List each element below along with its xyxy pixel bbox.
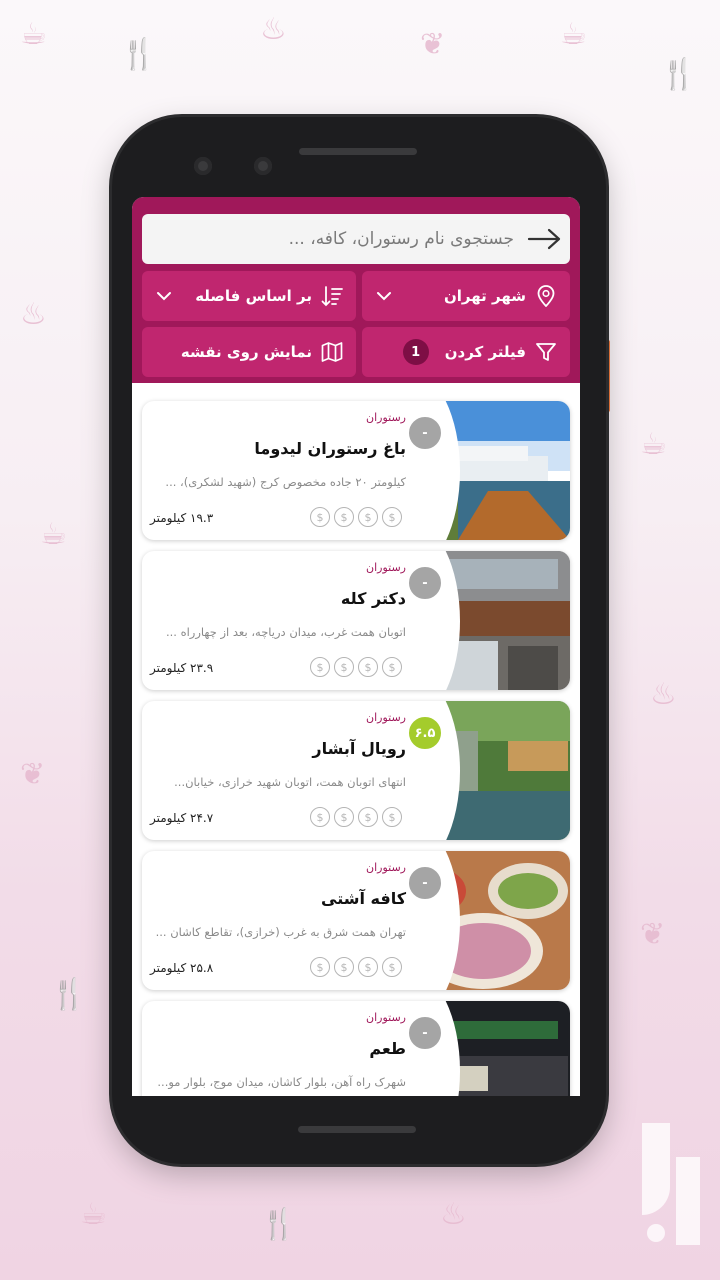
category-label: رستوران <box>366 711 406 724</box>
map-view-button[interactable]: نمایش روی نقشه <box>142 327 356 377</box>
city-selector[interactable]: شهر تهران <box>362 271 570 321</box>
restaurant-name: طعم <box>369 1039 406 1058</box>
rating-badge: ۶.۵ <box>407 715 443 751</box>
fork-doodle-icon: 🍴 <box>120 37 158 72</box>
rating-badge: - <box>407 1015 443 1051</box>
city-label: شهر تهران <box>443 287 526 305</box>
app-screen: جستجوی نام رستوران، کافه، ... شهر تهران … <box>132 197 580 1096</box>
restaurant-address: کیلومتر ۲۰ جاده مخصوص کرج (شهید لشکری)، … <box>165 475 406 489</box>
category-label: رستوران <box>366 861 406 874</box>
price-icon: $ <box>334 507 354 527</box>
price-icon: $ <box>382 957 402 977</box>
chevron-down-icon <box>374 286 394 306</box>
restaurant-card[interactable]: ۶.۵ رستوران رویال آبشار انتهای اتوبان هم… <box>142 701 570 840</box>
restaurant-card[interactable]: - رستوران کافه آشتی تهران همت شرق به غرب… <box>142 851 570 990</box>
cup-doodle-icon: ☕ <box>640 427 667 462</box>
rating-badge: - <box>407 415 443 451</box>
distance-label: ۲۴.۷ کیلومتر <box>150 811 214 825</box>
apple-doodle-icon: ❦ <box>640 917 666 952</box>
bottom-speaker <box>298 1126 416 1133</box>
filter-icon <box>534 340 558 364</box>
fork-doodle-icon: 🍴 <box>50 977 88 1012</box>
distance-label: ۲۳.۹ کیلومتر <box>150 661 214 675</box>
price-icon: $ <box>358 657 378 677</box>
filter-count-badge: 1 <box>402 339 429 365</box>
price-icon: $ <box>382 507 402 527</box>
price-icon: $ <box>358 507 378 527</box>
fork-doodle-icon: 🍴 <box>260 1207 298 1242</box>
cake-doodle-icon: ♨ <box>650 677 677 712</box>
front-camera-icon <box>194 157 212 175</box>
price-icon: $ <box>310 507 330 527</box>
restaurant-card[interactable]: - رستوران دکتر کله اتوبان همت غرب، میدان… <box>142 551 570 690</box>
cup-doodle-icon: ☕ <box>80 1197 107 1232</box>
price-level: $ $ $ $ <box>310 807 402 827</box>
restaurant-address: تهران همت شرق به غرب (خرازی)، تقاطع کاشا… <box>155 925 406 939</box>
fork-doodle-icon: 🍴 <box>660 57 698 92</box>
price-level: $ $ $ $ <box>310 957 402 977</box>
price-icon: $ <box>382 807 402 827</box>
category-label: رستوران <box>366 411 406 424</box>
restaurant-address: شهرک راه آهن، بلوار کاشان، میدان موج، بل… <box>157 1075 406 1089</box>
price-icon: $ <box>382 657 402 677</box>
distance-label: ۱۹.۳ کیلومتر <box>150 511 214 525</box>
map-icon <box>320 340 344 364</box>
cake-doodle-icon: ♨ <box>260 12 287 47</box>
rating-badge: - <box>407 865 443 901</box>
sort-label: بر اساس فاصله <box>195 287 312 305</box>
chevron-down-icon <box>154 286 174 306</box>
restaurant-name: باغ رستوران لیدوما <box>254 439 406 458</box>
price-level: $ $ $ $ <box>310 657 402 677</box>
sort-selector[interactable]: بر اساس فاصله <box>142 271 356 321</box>
cake-doodle-icon: ♨ <box>440 1197 467 1232</box>
category-label: رستوران <box>366 1011 406 1024</box>
price-icon: $ <box>334 807 354 827</box>
cake-doodle-icon: ♨ <box>20 297 47 332</box>
back-arrow-icon[interactable] <box>526 224 562 254</box>
search-bar[interactable]: جستجوی نام رستوران، کافه، ... <box>142 214 570 264</box>
price-icon: $ <box>310 957 330 977</box>
restaurant-card[interactable]: - رستوران طعم شهرک راه آهن، بلوار کاشان،… <box>142 1001 570 1096</box>
price-icon: $ <box>358 807 378 827</box>
map-label: نمایش روی نقشه <box>180 343 312 361</box>
cup-doodle-icon: ☕ <box>20 17 47 52</box>
sensor-icon <box>254 157 272 175</box>
search-input[interactable]: جستجوی نام رستوران، کافه، ... <box>289 229 514 249</box>
apple-doodle-icon: ❦ <box>20 757 46 792</box>
watermark-logo-icon <box>628 1117 706 1251</box>
filter-button[interactable]: فیلتر کردن 1 <box>362 327 570 377</box>
distance-label: ۲۵.۸ کیلومتر <box>150 961 214 975</box>
price-icon: $ <box>334 657 354 677</box>
filter-label: فیلتر کردن <box>444 343 526 361</box>
location-pin-icon <box>534 284 558 308</box>
restaurant-name: رویال آبشار <box>312 739 406 758</box>
sort-icon <box>320 284 344 308</box>
price-icon: $ <box>310 807 330 827</box>
restaurant-name: کافه آشتی <box>321 889 406 908</box>
price-level: $ $ $ $ <box>310 507 402 527</box>
category-label: رستوران <box>366 561 406 574</box>
cup-doodle-icon: ☕ <box>560 17 587 52</box>
restaurant-card[interactable]: - رستوران باغ رستوران لیدوما کیلومتر ۲۰ … <box>142 401 570 540</box>
price-icon: $ <box>310 657 330 677</box>
apple-doodle-icon: ❦ <box>420 27 446 62</box>
earpiece <box>299 148 417 155</box>
header: جستجوی نام رستوران، کافه، ... شهر تهران … <box>132 197 580 383</box>
price-icon: $ <box>334 957 354 977</box>
cup-doodle-icon: ☕ <box>40 517 67 552</box>
restaurant-address: انتهای اتوبان همت، اتوبان شهید خرازی، خی… <box>174 775 406 789</box>
price-icon: $ <box>358 957 378 977</box>
restaurant-address: اتوبان همت غرب، میدان دریاچه، بعد از چها… <box>165 625 406 639</box>
restaurant-name: دکتر کله <box>340 589 406 608</box>
rating-badge: - <box>407 565 443 601</box>
